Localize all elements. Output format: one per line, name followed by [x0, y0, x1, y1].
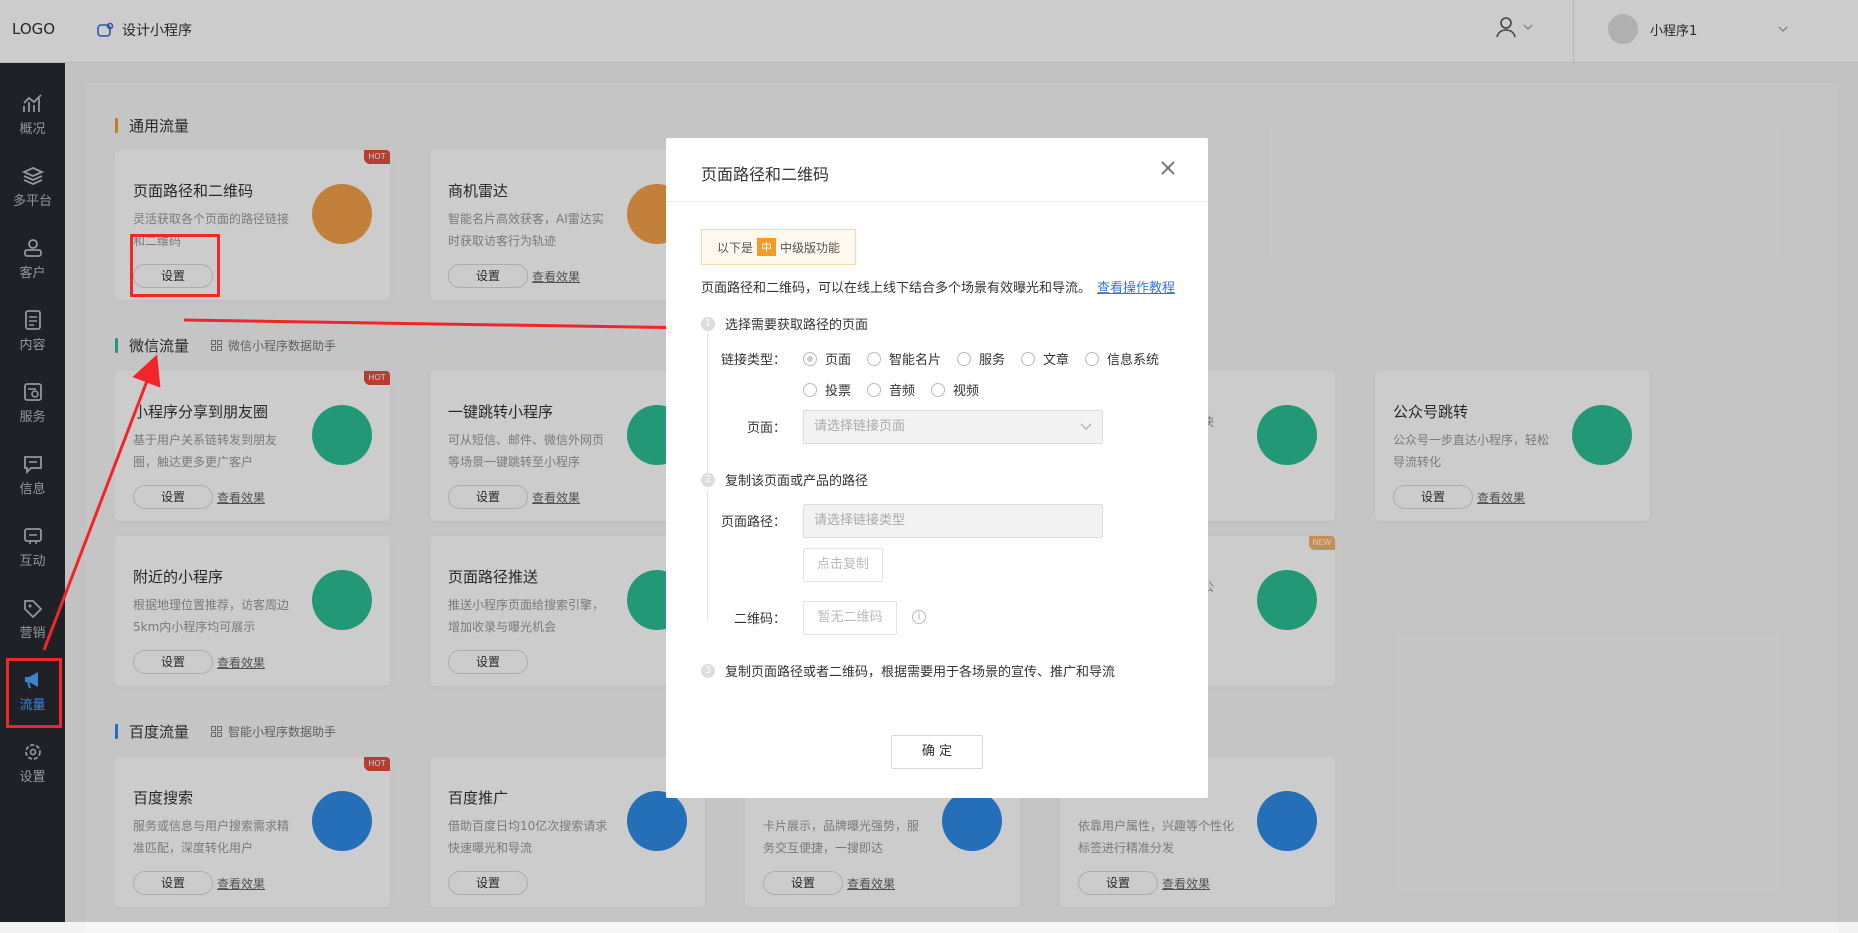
path-label: 页面路径： [720, 515, 786, 530]
info-icon[interactable]: i [912, 610, 926, 624]
qr-button[interactable]: 暂无二维码 [803, 601, 897, 635]
arrow-to-wechat [42, 354, 161, 651]
step-1: 1 选择需要获取路径的页面 [701, 314, 868, 333]
radio-label: 视频 [953, 384, 980, 399]
radio-circle [867, 382, 881, 397]
radio-article[interactable]: 文章 [1021, 349, 1069, 368]
radio-circle [803, 351, 817, 366]
link-type-label: 链接类型： [720, 353, 786, 368]
radio-label: 页面 [825, 353, 852, 368]
page-select-placeholder: 请选择链接页面 [814, 419, 906, 434]
chevron-down-icon [1080, 423, 1092, 430]
radio-label: 投票 [825, 384, 852, 399]
radio-circle [1085, 351, 1099, 366]
step-text: 复制页面路径或者二维码，根据需要用于各场景的宣传、推广和导流 [725, 665, 1116, 680]
radio-label: 服务 [979, 353, 1006, 368]
radio-audio[interactable]: 音频 [867, 380, 915, 399]
page-label: 页面： [746, 421, 786, 436]
qr-label: 二维码： [733, 612, 786, 627]
step-number: 1 [701, 316, 715, 331]
radio-info-system[interactable]: 信息系统 [1085, 349, 1159, 368]
tag-mid: 中 [757, 238, 777, 256]
modal-intro: 页面路径和二维码，可以在线上线下结合多个场景有效曝光和导流。 查看操作教程 [701, 277, 1175, 296]
step-2: 2 复制该页面或产品的路径 [701, 470, 868, 489]
radio-label: 智能名片 [889, 353, 942, 368]
path-placeholder: 请选择链接类型 [814, 513, 906, 528]
radio-page[interactable]: 页面 [803, 349, 851, 368]
radio-label: 音频 [889, 384, 916, 399]
intro-text: 页面路径和二维码，可以在线上线下结合多个场景有效曝光和导流。 [701, 281, 1092, 296]
radio-circle [1021, 351, 1035, 366]
version-tag: 以下是 中 中级版功能 [701, 229, 857, 265]
page-select[interactable]: 请选择链接页面 [803, 410, 1103, 444]
radio-circle [803, 382, 817, 397]
radio-card[interactable]: 智能名片 [867, 349, 941, 368]
radio-vote[interactable]: 投票 [803, 380, 851, 399]
step-connector [707, 490, 708, 620]
radio-service[interactable]: 服务 [957, 349, 1005, 368]
arrow-to-step1 [183, 312, 703, 343]
copy-button[interactable]: 点击复制 [803, 548, 883, 582]
radio-circle [957, 351, 971, 366]
tutorial-link[interactable]: 查看操作教程 [1097, 281, 1175, 296]
confirm-button[interactable]: 确 定 [891, 735, 983, 769]
tag-suffix: 中级版功能 [780, 240, 841, 255]
radio-circle [931, 382, 945, 397]
modal-title: 页面路径和二维码 [701, 165, 830, 184]
close-icon[interactable] [1160, 160, 1176, 176]
step-text: 选择需要获取路径的页面 [725, 318, 869, 333]
step-3: 3 复制页面路径或者二维码，根据需要用于各场景的宣传、推广和导流 [701, 661, 1115, 680]
step-text: 复制该页面或产品的路径 [725, 474, 869, 489]
radio-video[interactable]: 视频 [931, 380, 979, 399]
page-qr-modal: 页面路径和二维码 以下是 中 中级版功能 页面路径和二维码，可以在线上线下结合多… [666, 138, 1208, 798]
tag-prefix: 以下是 [717, 240, 754, 255]
step-number: 2 [701, 472, 715, 487]
radio-circle [867, 351, 881, 366]
step-number: 3 [701, 663, 715, 678]
radio-label: 信息系统 [1107, 353, 1160, 368]
modal-header: 页面路径和二维码 [666, 138, 1208, 202]
path-input[interactable]: 请选择链接类型 [803, 504, 1103, 538]
radio-label: 文章 [1043, 353, 1070, 368]
